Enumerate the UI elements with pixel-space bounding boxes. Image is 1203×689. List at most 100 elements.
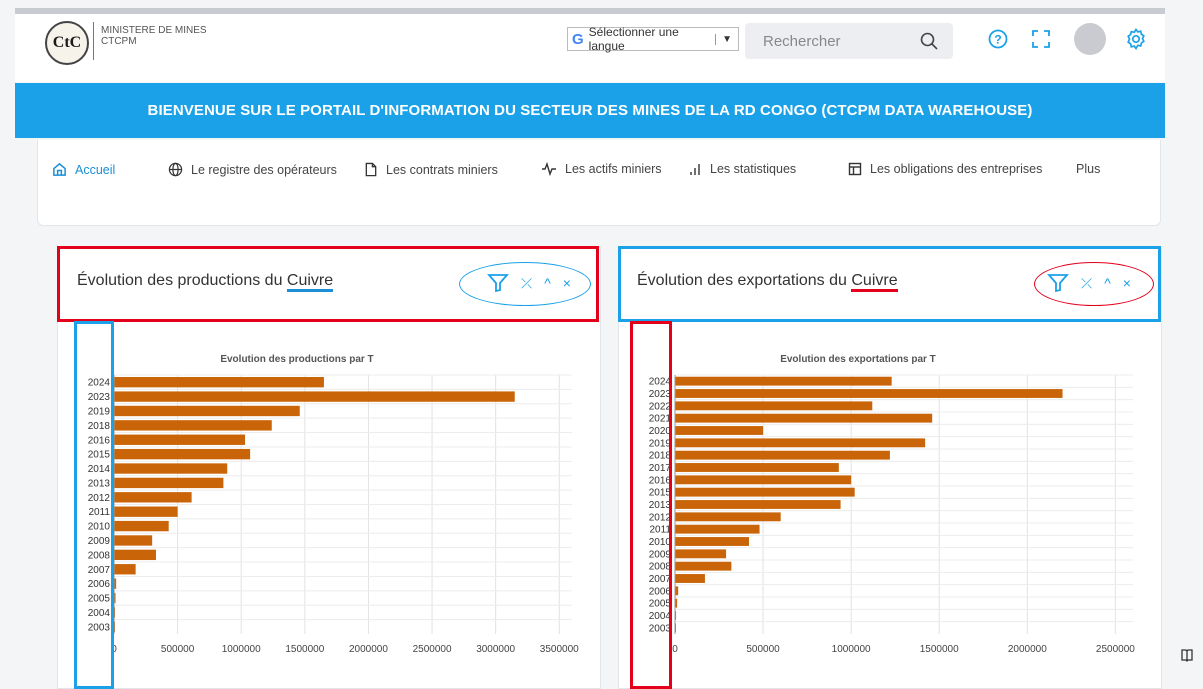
title-prefix: Évolution des productions du (77, 272, 287, 289)
ministry-logo[interactable]: CtC (45, 21, 89, 65)
nav-label: Plus (1076, 162, 1101, 176)
chart-bar[interactable] (114, 506, 178, 517)
x-tick-label: 2500000 (413, 644, 452, 655)
nav-item-registre[interactable]: Le registre des opérateurs (168, 162, 337, 177)
x-tick-label: 500000 (161, 644, 195, 655)
chart-bar[interactable] (114, 420, 272, 431)
chart-bar[interactable] (114, 549, 156, 561)
nav-label: Les statistiques (710, 162, 797, 176)
chart-bar[interactable] (675, 450, 890, 460)
x-tick-label: 3500000 (540, 644, 579, 655)
chart-title: Evolution des exportations par T (780, 354, 936, 365)
chart-bar[interactable] (114, 391, 515, 402)
chart-title: Evolution des productions par T (220, 354, 373, 365)
collapse-icon[interactable]: ⤫ (1081, 275, 1092, 292)
chart-bar[interactable] (675, 561, 732, 571)
year-axis-highlight (74, 321, 114, 689)
exports-tools: ⤫ ^ × (1047, 273, 1131, 293)
chart-bar[interactable] (675, 389, 1063, 398)
chart-bar[interactable] (675, 463, 839, 472)
production-panel-title: Évolution des productions du Cuivre (77, 272, 334, 292)
avatar[interactable] (1074, 23, 1106, 55)
chart-bar[interactable] (675, 549, 727, 559)
banner-title: BIENVENUE SUR LE PORTAIL D'INFORMATION D… (147, 102, 1033, 119)
nav-item-actifs[interactable]: Les actifs miniers (541, 162, 662, 176)
chevron-up-icon[interactable]: ^ (544, 275, 551, 291)
language-label: Sélectionner une langue (588, 25, 679, 53)
chart-bar[interactable] (675, 524, 760, 534)
close-icon[interactable]: × (1123, 275, 1131, 291)
title-prefix: Évolution des exportations du (637, 272, 852, 289)
language-selector[interactable]: G Sélectionner une langue ▼ (567, 25, 739, 53)
nav-item-obligations[interactable]: Les obligations des entreprises (848, 162, 1042, 176)
chart-bar[interactable] (675, 487, 855, 497)
chart-bar[interactable] (114, 377, 324, 388)
x-tick-label: 2000000 (1008, 644, 1047, 655)
nav-label: Les contrats miniers (386, 162, 498, 177)
x-tick-label: 3000000 (476, 644, 515, 655)
gear-icon[interactable] (1124, 27, 1148, 56)
nav-label: Le registre des opérateurs (191, 162, 337, 177)
production-chart: Evolution des productions par T0 500000 10… (88, 354, 579, 655)
org-line-1: MINISTERE DE MINES (101, 25, 207, 36)
chevron-up-icon[interactable]: ^ (1104, 275, 1111, 291)
chart-bar[interactable] (114, 448, 251, 460)
filter-icon[interactable] (1047, 273, 1069, 293)
nav-item-statistiques[interactable]: Les statistiques (688, 162, 796, 176)
chart-bar[interactable] (675, 500, 841, 509)
chart-bar[interactable] (114, 434, 246, 445)
nav-item-contrats[interactable]: Les contrats miniers (364, 162, 498, 177)
nav-label: Les obligations des entreprises (870, 162, 1043, 176)
chart-bar[interactable] (114, 492, 192, 503)
chart-bar[interactable] (675, 401, 873, 411)
org-name: MINISTERE DE MINES CTCPM (101, 25, 207, 47)
home-icon (53, 162, 66, 176)
nav-item-accueil[interactable]: Accueil (52, 162, 115, 177)
chart-bar[interactable] (675, 426, 764, 435)
main-nav: Accueil Le registre des opérateurs Les c… (37, 140, 1161, 226)
google-icon: G (572, 30, 584, 48)
search-icon[interactable] (919, 31, 939, 55)
chart-bar[interactable] (675, 574, 705, 583)
table-icon (848, 162, 862, 176)
chevron-down-icon: ▼ (715, 33, 738, 45)
chart-bar[interactable] (675, 438, 926, 448)
chart-bar[interactable] (675, 376, 892, 386)
chart-bar[interactable] (675, 537, 749, 546)
chart-bar[interactable] (114, 477, 224, 489)
book-icon[interactable] (1180, 648, 1198, 666)
collapse-icon[interactable]: ⤫ (521, 275, 532, 292)
bar-chart-icon (690, 164, 700, 175)
chart-bar[interactable] (114, 405, 300, 417)
chart-bar[interactable] (114, 463, 228, 474)
org-line-2: CTCPM (101, 36, 137, 47)
svg-text:?: ? (994, 33, 1001, 47)
logo-text: CtC (52, 34, 82, 51)
x-tick-label: 1000000 (222, 644, 261, 655)
x-tick-label: 500000 (746, 644, 780, 655)
x-tick-label: 2000000 (349, 644, 388, 655)
x-tick-label: 1500000 (285, 644, 324, 655)
fullscreen-icon[interactable] (1030, 28, 1052, 55)
chart-bar[interactable] (675, 413, 933, 423)
document-icon (365, 162, 377, 177)
close-icon[interactable]: × (563, 275, 571, 291)
help-icon[interactable]: ? (987, 28, 1009, 55)
chart-bar[interactable] (114, 564, 136, 575)
chart-bar[interactable] (114, 535, 153, 546)
chart-bar[interactable] (675, 475, 852, 485)
chart-bar[interactable] (675, 512, 781, 522)
filter-icon[interactable] (487, 273, 509, 293)
year-axis-highlight (630, 321, 672, 689)
activity-icon (542, 162, 556, 176)
production-tools: ⤫ ^ × (487, 273, 571, 293)
title-mineral: Cuivre (286, 272, 334, 292)
title-mineral: Cuivre (851, 272, 898, 292)
exports-chart: Evolution des exportations par T 0 500000 1… (649, 354, 1136, 655)
chart-bar[interactable] (114, 520, 169, 532)
exports-panel-title: Évolution des exportations du Cuivre (637, 272, 898, 292)
search-placeholder: Rechercher (763, 32, 841, 50)
x-tick-label: 0 (672, 644, 678, 655)
nav-item-plus[interactable]: Plus (1076, 162, 1100, 176)
search-input[interactable]: Rechercher (745, 23, 953, 59)
